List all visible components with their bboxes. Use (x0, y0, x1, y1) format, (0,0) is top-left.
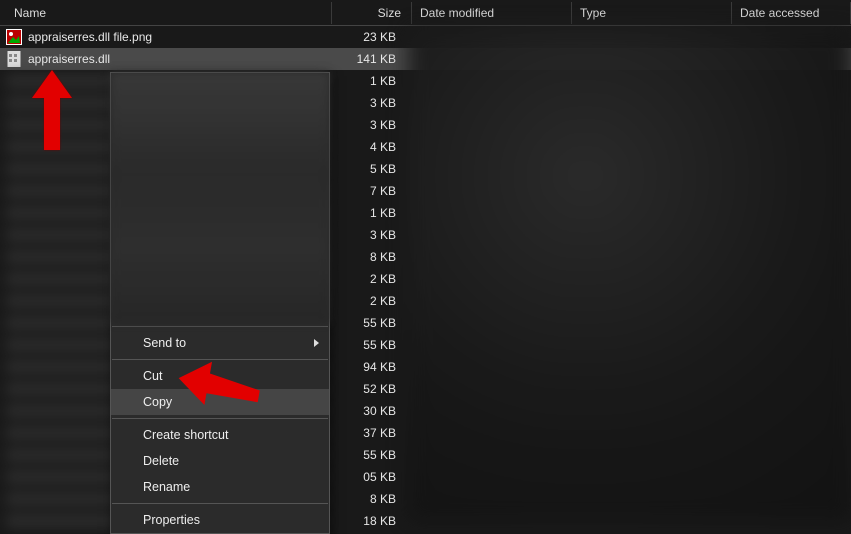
menu-properties[interactable]: Properties (111, 507, 329, 533)
context-menu-blurred-top (111, 73, 329, 323)
menu-rename[interactable]: Rename (111, 474, 329, 500)
col-type[interactable]: Type (572, 2, 732, 24)
context-menu: Send to Cut Copy Create shortcut Delete … (110, 72, 330, 534)
col-size[interactable]: Size (332, 2, 412, 24)
menu-separator (112, 326, 328, 327)
dll-file-icon (6, 51, 22, 67)
col-date[interactable]: Date modified (412, 2, 572, 24)
size-column-values: 1 KB 3 KB 3 KB 4 KB 5 KB 7 KB 1 KB 3 KB … (326, 70, 406, 532)
column-header: Name Size Date modified Type Date access… (0, 0, 851, 26)
submenu-arrow-icon (314, 339, 319, 347)
col-accessed[interactable]: Date accessed (732, 2, 851, 24)
menu-separator (112, 418, 328, 419)
annotation-arrow-icon (22, 70, 82, 160)
image-file-icon (6, 29, 22, 45)
menu-create-shortcut[interactable]: Create shortcut (111, 422, 329, 448)
file-size: 141 KB (326, 52, 406, 66)
menu-send-to[interactable]: Send to (111, 330, 329, 356)
annotation-arrow-icon (178, 356, 268, 416)
file-name: appraiserres.dll file.png (28, 30, 152, 44)
file-name: appraiserres.dll (28, 52, 110, 66)
menu-separator (112, 503, 328, 504)
menu-delete[interactable]: Delete (111, 448, 329, 474)
file-size: 23 KB (326, 30, 406, 44)
col-name[interactable]: Name (6, 2, 332, 24)
